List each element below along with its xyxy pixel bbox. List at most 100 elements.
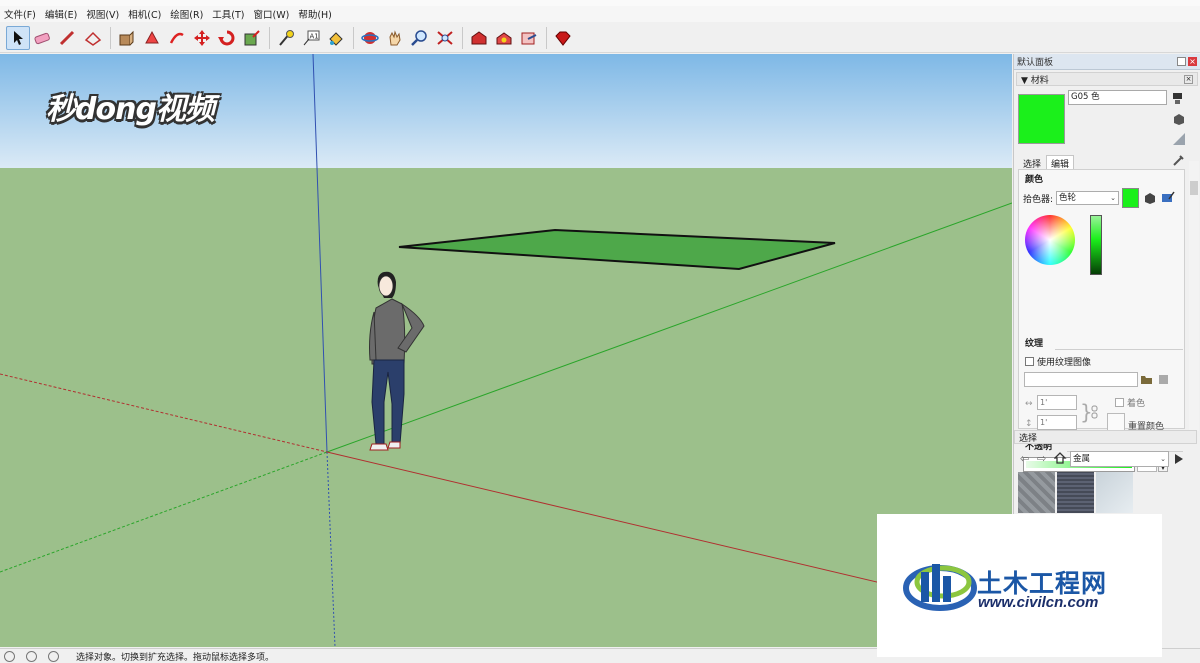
material-thumb-metal-3[interactable] xyxy=(1096,472,1133,513)
menu-window[interactable]: 窗口(W) xyxy=(254,7,290,21)
paint-bucket-icon xyxy=(329,31,343,46)
pin-icon[interactable] xyxy=(1177,57,1186,66)
pan-icon xyxy=(389,29,401,45)
eraser-tool-button[interactable] xyxy=(31,26,55,50)
section-close-icon[interactable]: × xyxy=(1184,74,1193,84)
close-icon[interactable]: × xyxy=(1188,57,1197,66)
materials-header-label: ▼ 材料 xyxy=(1021,75,1049,86)
main-toolbar: A1 xyxy=(0,23,1200,53)
model-viewport[interactable]: 秒dong视频 xyxy=(0,54,1012,647)
rotate-tool-button[interactable] xyxy=(215,26,239,50)
tape-measure-tool-button[interactable] xyxy=(274,26,298,50)
warehouse-button[interactable] xyxy=(467,26,491,50)
create-material-icon[interactable] xyxy=(1172,112,1185,125)
site-watermark: 土木工程网 www.civilcn.com xyxy=(877,514,1162,657)
chevron-down-icon: ⌄ xyxy=(1160,455,1166,463)
use-texture-label: 使用纹理图像 xyxy=(1037,358,1092,368)
extension-icon xyxy=(496,31,512,44)
toolbar-separator xyxy=(462,26,463,49)
texture-heading: 纹理 xyxy=(1025,339,1044,349)
toolbar-separator xyxy=(110,26,111,49)
menu-file[interactable]: 文件(F) xyxy=(4,7,36,21)
library-select[interactable]: 金属 ⌄ xyxy=(1070,451,1169,467)
material-name-field[interactable]: G05 色 xyxy=(1068,90,1167,105)
materials-section-header[interactable]: ▼ 材料 × xyxy=(1016,72,1198,86)
offset-tool-button[interactable] xyxy=(140,26,164,50)
move-icon xyxy=(194,29,210,46)
material-thumb-metal-1[interactable] xyxy=(1018,472,1055,513)
eraser-icon xyxy=(34,32,50,44)
status-message: 选择对象。切换到扩充选择。拖动鼠标选择多项。 xyxy=(76,652,275,663)
material-thumb-metal-2[interactable] xyxy=(1057,472,1094,513)
scrollbar-thumb[interactable] xyxy=(1190,181,1198,195)
select-header-label: 选择 xyxy=(1019,433,1038,444)
push-pull-tool-button[interactable] xyxy=(115,26,139,50)
zoom-tool-button[interactable] xyxy=(408,26,432,50)
texture-path-field[interactable] xyxy=(1024,372,1138,387)
zoom-extents-tool-button[interactable] xyxy=(433,26,457,50)
zoom-icon xyxy=(411,29,427,46)
extension-warehouse-button[interactable] xyxy=(492,26,516,50)
rotate-icon xyxy=(218,30,235,45)
details-arrow-icon[interactable] xyxy=(1172,452,1185,465)
select-icon xyxy=(14,30,23,45)
default-material-icon[interactable] xyxy=(1172,132,1185,145)
3d-warehouse-icon xyxy=(471,30,487,44)
texture-width-field[interactable]: 1' xyxy=(1037,395,1077,410)
match-model-color-icon[interactable] xyxy=(1143,191,1157,205)
geo-location-icon[interactable] xyxy=(4,650,15,662)
use-texture-checkbox[interactable] xyxy=(1025,357,1034,366)
line-icon xyxy=(59,30,75,45)
browse-folder-icon[interactable] xyxy=(1140,373,1154,385)
menu-bar: 文件(F) 编辑(E) 视图(V) 相机(C) 绘图(R) 工具(T) 窗口(W… xyxy=(0,6,1200,22)
pan-tool-button[interactable] xyxy=(383,26,407,50)
shape-tool-button[interactable] xyxy=(81,26,105,50)
share-model-button[interactable] xyxy=(517,26,541,50)
move-tool-button[interactable] xyxy=(190,26,214,50)
menu-draw[interactable]: 绘图(R) xyxy=(170,7,203,21)
follow-me-tool-button[interactable] xyxy=(165,26,189,50)
tape-measure-icon xyxy=(279,29,294,46)
menu-camera[interactable]: 相机(C) xyxy=(128,7,161,21)
edit-tab-panel: 颜色 拾色器: 色轮 ⌄ 纹理 使用纹理图像 ↔ 1' ↕ 1' } 着色 重置… xyxy=(1018,169,1185,472)
select-section-header: 选择 xyxy=(1014,430,1197,444)
select-tool-button[interactable] xyxy=(6,25,30,50)
zoom-extents-icon xyxy=(437,30,453,45)
library-select-value: 金属 xyxy=(1073,454,1091,464)
forward-arrow-icon[interactable]: ⇨ xyxy=(1037,452,1046,465)
menu-view[interactable]: 视图(V) xyxy=(86,7,119,21)
ruby-console-button[interactable] xyxy=(551,26,575,50)
brightness-slider[interactable] xyxy=(1090,215,1102,275)
edit-texture-icon[interactable] xyxy=(1157,373,1171,385)
site-url: www.civilcn.com xyxy=(978,594,1099,611)
share-icon xyxy=(521,32,537,44)
picker-select-value: 色轮 xyxy=(1059,193,1077,203)
home-icon[interactable] xyxy=(1054,452,1067,464)
user-icon[interactable] xyxy=(48,650,59,662)
color-wheel[interactable] xyxy=(1025,215,1075,265)
menu-tools[interactable]: 工具(T) xyxy=(212,7,244,21)
texture-height-field[interactable]: 1' xyxy=(1037,415,1077,430)
eyedropper-icon[interactable] xyxy=(1172,153,1185,166)
material-swatch[interactable] xyxy=(1018,94,1065,144)
colorize-checkbox[interactable] xyxy=(1115,398,1124,407)
picker-select[interactable]: 色轮 ⌄ xyxy=(1056,191,1119,205)
material-thumbnails xyxy=(1018,472,1135,513)
text-tool-button[interactable]: A1 xyxy=(299,26,323,50)
orbit-tool-button[interactable] xyxy=(358,26,382,50)
chevron-down-icon: ⌄ xyxy=(1110,194,1116,202)
pencil-tool-button[interactable] xyxy=(56,26,80,50)
back-arrow-icon[interactable]: ⇦ xyxy=(1020,452,1029,465)
menu-edit[interactable]: 编辑(E) xyxy=(45,7,77,21)
current-color-swatch[interactable] xyxy=(1122,188,1139,208)
info-icon[interactable] xyxy=(26,650,37,662)
paint-bucket-tool-button[interactable] xyxy=(324,26,348,50)
width-arrow-icon: ↔ xyxy=(1025,399,1033,409)
match-screen-color-icon[interactable] xyxy=(1161,191,1175,205)
scale-tool-button[interactable] xyxy=(240,26,264,50)
toolbar-separator xyxy=(269,26,270,49)
tray-scrollbar[interactable] xyxy=(1189,161,1199,431)
display-secondary-icon[interactable] xyxy=(1172,92,1185,105)
chain-link-icon[interactable] xyxy=(1091,405,1099,419)
menu-help[interactable]: 帮助(H) xyxy=(298,7,332,21)
